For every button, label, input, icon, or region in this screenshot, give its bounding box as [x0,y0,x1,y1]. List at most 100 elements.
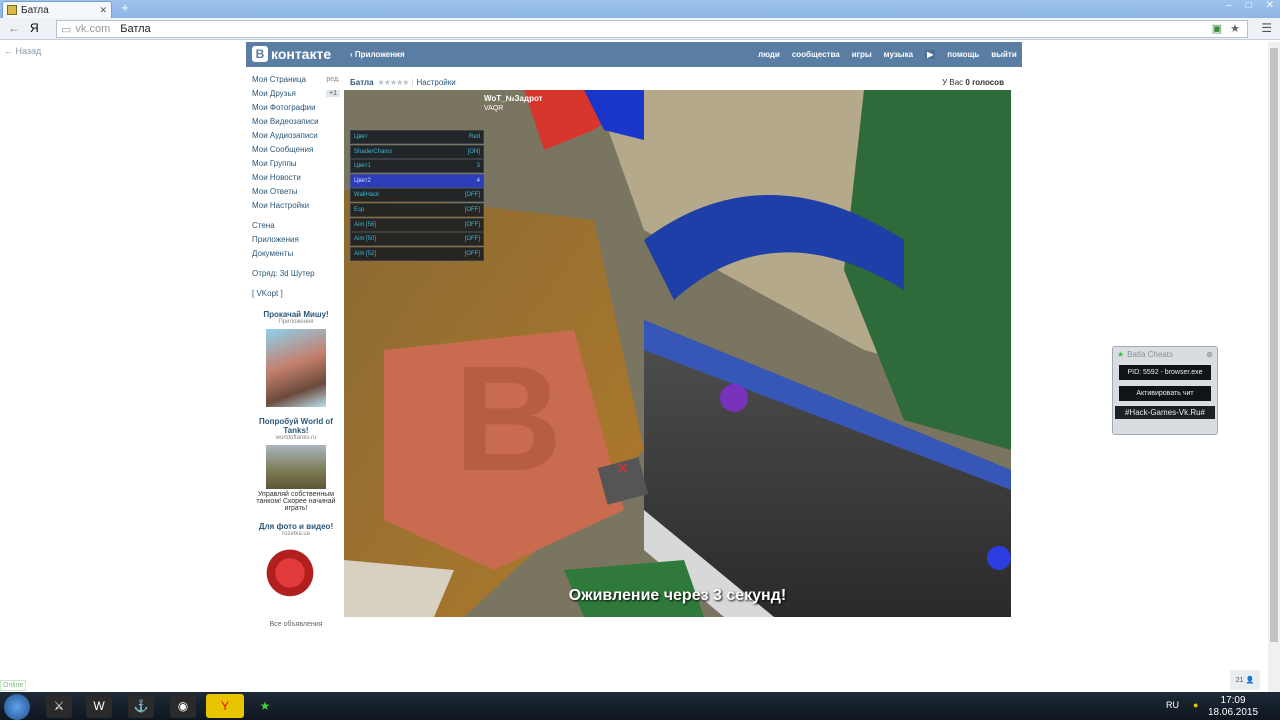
hud-stats: VAQR [484,105,504,112]
cheat-menu-row[interactable]: Aim [50] [OFF] [350,232,484,247]
browser-menu-icon[interactable]: ☰ [1261,21,1272,35]
ad-bear-image[interactable] [266,329,326,407]
cheat-window-footer: #Hack-Games-Vk.Ru# [1115,406,1215,419]
cheat-menu-row-selected[interactable]: Цвет2 4 [350,173,484,188]
url-domain: vk.com [75,23,111,35]
taskbar-clock[interactable]: 17:09 18.06.2015 [1208,695,1258,719]
notification-counter[interactable]: 21 👤 [1230,670,1260,690]
sidebar-item-audio[interactable]: Мои Аудиозаписи [252,128,340,142]
sidebar-item-messages[interactable]: Мои Сообщения [252,142,340,156]
online-status: Online [0,680,27,691]
nav-music[interactable]: музыка [884,50,913,59]
nav-logout[interactable]: выйти [991,50,1017,59]
nav-buttons: ← Я [8,21,39,35]
apps-link-label: Приложения [354,50,405,59]
apps-link[interactable]: ‹ Приложения [350,50,405,59]
pid-display: PID: 5592 - browser.exe [1119,365,1211,380]
close-icon[interactable]: ⊗ [1206,350,1213,359]
taskbar-obs-icon[interactable]: ◉ [170,694,196,718]
cheat-option-label: Цвет1 [354,163,371,170]
cheat-option-label: Aim [56] [354,221,377,228]
edit-link[interactable]: ред. [326,76,340,83]
taskbar-star-app-icon[interactable]: ★ [252,694,278,718]
cheat-option-value: [OFF] [464,236,480,243]
cheat-menu-row[interactable]: Aim [52] [OFF] [350,246,484,261]
music-play-icon[interactable]: ▶ [925,50,936,59]
back-arrow-icon[interactable]: ← [8,21,20,35]
sidebar-item-vkopt[interactable]: [ VKopt ] [252,286,340,300]
minimize-icon[interactable]: – [1226,0,1232,11]
sidebar-label: Мои Фотографии [252,102,316,112]
tab-title: Батла [21,4,49,16]
page-back-link[interactable]: ← Назад [4,46,41,56]
tab-close-icon[interactable]: ✕ [99,5,107,16]
url-field[interactable]: ▭ vk.com Батла [56,20,1248,38]
new-tab-button[interactable]: + [118,1,132,15]
ad-tank-image[interactable] [266,445,326,489]
cheat-option-label: WallHack [354,192,380,199]
sidebar-item-answers[interactable]: Мои Ответы [252,184,340,198]
browser-tab-bar [0,0,1280,18]
system-tray: RU ● [1166,700,1198,710]
scrollbar-thumb[interactable] [1270,48,1278,642]
cheat-window-title: Batla Cheats [1127,349,1173,359]
url-actions: ▣ ★ [1212,22,1240,35]
cheat-menu-row[interactable]: ShaderChams [ON] [350,144,484,159]
sidebar-item-wall[interactable]: Стена [252,218,340,232]
cheat-window-titlebar[interactable]: ★ Batla Cheats ⊗ [1113,347,1217,361]
game-viewport[interactable]: B ✕ Цвет Red ShaderChams [ON] Цвет1 3 Цвет2… [344,90,1011,617]
nav-help[interactable]: помощь [947,50,979,59]
bookmark-star-icon[interactable]: ★ [1230,22,1240,35]
tray-status-icon[interactable]: ● [1193,700,1198,710]
protect-icon[interactable]: ▣ [1212,22,1222,35]
cheat-menu-row[interactable]: WallHack [OFF] [350,188,484,203]
sidebar-item-news[interactable]: Мои Новости [252,170,340,184]
cheat-option-value: [OFF] [464,192,480,199]
sidebar-item-settings[interactable]: Мои Настройки [252,198,340,212]
page-icon: ▭ [61,23,72,36]
sidebar-label: [ VKopt ] [252,288,283,298]
sidebar-label: Приложения [252,234,299,244]
url-page-title: Батла [120,23,151,35]
ad-camera-image[interactable] [266,541,326,599]
cheat-menu-row[interactable]: Цвет1 3 [350,159,484,174]
nav-games[interactable]: игры [852,50,872,59]
sidebar-item-groups[interactable]: Мои Группы [252,156,340,170]
cheat-menu-row[interactable]: Esp [OFF] [350,202,484,217]
taskbar-yandex-browser-icon[interactable]: Y [206,694,244,718]
cheat-menu-row[interactable]: Aim [56] [OFF] [350,217,484,232]
cheat-option-label: Aim [50] [354,236,377,243]
sidebar-item-squad[interactable]: Отряд: 3d Шутер [252,266,340,280]
maximize-icon[interactable]: □ [1246,0,1252,11]
nav-communities[interactable]: сообщества [792,50,840,59]
close-window-icon[interactable]: ✕ [1266,0,1274,11]
start-button[interactable] [4,694,30,720]
cheat-menu-row[interactable]: Цвет Red [350,130,484,144]
yandex-logo-icon[interactable]: Я [30,21,39,35]
nav-people[interactable]: люди [758,50,780,59]
ad-bear[interactable]: Прокачай Мишу! Приложения [252,310,340,407]
app-title[interactable]: Батла [350,78,374,87]
vk-logo[interactable]: В контакте [252,46,331,62]
sidebar-label: Мои Настройки [252,200,310,210]
sidebar-item-my-page[interactable]: Моя Страница ред. [252,72,340,86]
all-ads-link[interactable]: Все объявления [252,621,340,628]
ad-camera[interactable]: Для фото и видео! rozetka.ua [252,522,340,599]
sidebar-item-apps[interactable]: Приложения [252,232,340,246]
tab-favicon-icon [7,5,17,15]
activate-cheat-button[interactable]: Активировать чит [1119,386,1211,401]
ad-wot[interactable]: Попробуй World of Tanks! worldoftanks.ru… [252,417,340,512]
taskbar-app1-icon[interactable]: ⚔ [46,694,72,718]
taskbar-wot-icon[interactable]: W [86,694,112,718]
language-indicator[interactable]: RU [1166,700,1179,710]
app-settings-link[interactable]: Настройки [416,78,455,87]
votes-info: У Вас 0 голосов [942,78,1004,87]
cheat-window: ★ Batla Cheats ⊗ PID: 5592 - browser.exe… [1112,346,1218,435]
sidebar-item-friends[interactable]: Мои Друзья +1 [252,86,340,100]
browser-tab[interactable]: Батла ✕ [2,1,112,18]
back-arrow-small-icon: ← [4,46,16,56]
sidebar-item-docs[interactable]: Документы [252,246,340,260]
sidebar-item-photos[interactable]: Мои Фотографии [252,100,340,114]
sidebar-item-videos[interactable]: Мои Видеозаписи [252,114,340,128]
taskbar-warships-icon[interactable]: ⚓ [128,694,154,718]
